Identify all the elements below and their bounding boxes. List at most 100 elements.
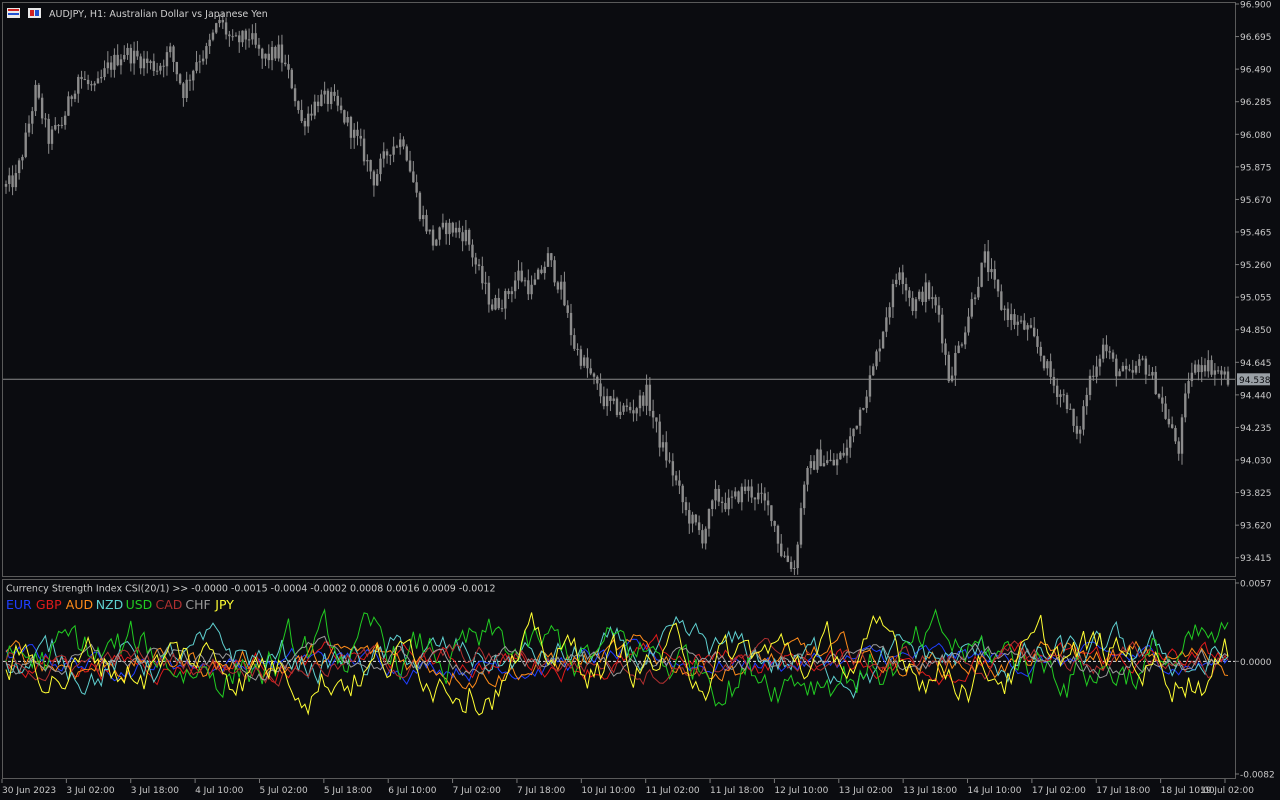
legend-item-jpy: JPY bbox=[214, 597, 234, 612]
candle bbox=[316, 94, 320, 113]
candle bbox=[1046, 359, 1049, 376]
candle bbox=[852, 428, 855, 443]
candle bbox=[1121, 362, 1125, 372]
candle bbox=[743, 479, 747, 495]
candle bbox=[878, 339, 881, 362]
candle bbox=[270, 40, 274, 71]
time-tick-label: 17 Jul 02:00 bbox=[1032, 786, 1086, 796]
candle bbox=[1151, 366, 1154, 380]
currency-legend: EUR GBP AUD NZD USD CAD CHF JPY bbox=[6, 597, 234, 612]
candle bbox=[1111, 349, 1115, 362]
candle bbox=[523, 277, 527, 287]
candle bbox=[1177, 437, 1180, 461]
candle bbox=[858, 407, 862, 435]
candle bbox=[993, 260, 996, 289]
chart-canvas[interactable]: 96.900 96.695 96.490 96.285 96.080 95.875 95.6… bbox=[0, 0, 1280, 800]
price-tick-label: 96.080 bbox=[1240, 131, 1272, 141]
candle bbox=[339, 97, 343, 114]
candle bbox=[464, 220, 468, 246]
candle bbox=[385, 148, 389, 164]
candle bbox=[17, 158, 21, 180]
candle bbox=[241, 30, 244, 47]
candle bbox=[448, 218, 451, 246]
price-tick-label: 94.645 bbox=[1240, 359, 1272, 369]
candle bbox=[592, 372, 596, 385]
candle bbox=[724, 492, 727, 512]
candle bbox=[178, 73, 182, 85]
candle bbox=[330, 87, 333, 110]
candle bbox=[132, 41, 136, 75]
candle bbox=[438, 226, 441, 246]
candle bbox=[1138, 354, 1141, 373]
candle bbox=[832, 453, 836, 466]
candle bbox=[895, 273, 898, 288]
candle bbox=[116, 44, 119, 67]
candle bbox=[563, 271, 566, 307]
candle bbox=[898, 267, 901, 286]
candle bbox=[842, 443, 845, 458]
candle bbox=[809, 455, 813, 475]
candle bbox=[1220, 365, 1223, 386]
candle bbox=[533, 272, 537, 286]
candle bbox=[412, 161, 415, 183]
candle bbox=[737, 490, 740, 504]
candle bbox=[251, 24, 254, 45]
candle bbox=[924, 273, 927, 313]
candle bbox=[872, 363, 875, 377]
flag-icon[interactable] bbox=[7, 8, 20, 18]
candle bbox=[701, 524, 704, 549]
candle bbox=[1000, 284, 1003, 311]
candle bbox=[1180, 414, 1184, 465]
candle bbox=[839, 451, 842, 460]
candle bbox=[1042, 355, 1046, 371]
candle bbox=[678, 470, 681, 495]
trading-chart-window[interactable]: 96.900 96.695 96.490 96.285 96.080 95.875 95.6… bbox=[0, 0, 1280, 800]
candle bbox=[369, 159, 372, 180]
candle bbox=[727, 489, 730, 516]
candle bbox=[556, 280, 560, 294]
candle bbox=[582, 354, 586, 368]
candle bbox=[280, 34, 284, 72]
candle bbox=[215, 22, 218, 35]
candle bbox=[1167, 409, 1171, 428]
candle bbox=[573, 328, 576, 351]
candle bbox=[1052, 368, 1056, 394]
candle bbox=[1144, 355, 1148, 385]
candle bbox=[192, 69, 195, 91]
candle bbox=[1141, 355, 1144, 361]
candle bbox=[645, 374, 648, 416]
candle bbox=[1124, 358, 1128, 379]
candle bbox=[343, 109, 346, 125]
candle bbox=[1026, 322, 1029, 341]
candle bbox=[1118, 368, 1121, 377]
candle bbox=[638, 389, 642, 417]
time-tick-label: 19 Jul 02:00 bbox=[1200, 786, 1254, 796]
candle bbox=[11, 165, 14, 196]
candle bbox=[543, 261, 546, 280]
candle bbox=[63, 111, 67, 130]
candle bbox=[1098, 354, 1102, 376]
candle bbox=[155, 62, 159, 76]
candle bbox=[1059, 389, 1062, 408]
time-tick-label: 3 Jul 02:00 bbox=[66, 786, 115, 796]
candlestick-series bbox=[4, 12, 1230, 576]
candle bbox=[559, 275, 563, 300]
candle bbox=[950, 366, 954, 383]
candle bbox=[865, 390, 868, 413]
candle bbox=[415, 174, 418, 198]
candle bbox=[1131, 359, 1134, 380]
candle bbox=[44, 113, 47, 128]
candle bbox=[428, 229, 431, 235]
candle bbox=[201, 50, 205, 65]
candle bbox=[977, 276, 980, 301]
candle bbox=[103, 60, 106, 81]
current-price-badge: 94.538 bbox=[1237, 373, 1271, 386]
candle bbox=[1157, 393, 1161, 400]
candle bbox=[484, 271, 487, 295]
candle bbox=[37, 82, 41, 100]
candle bbox=[1009, 303, 1013, 331]
candle bbox=[579, 345, 583, 370]
candle bbox=[1055, 378, 1059, 405]
candle bbox=[444, 220, 448, 245]
one-click-trading-icon[interactable] bbox=[28, 8, 41, 18]
